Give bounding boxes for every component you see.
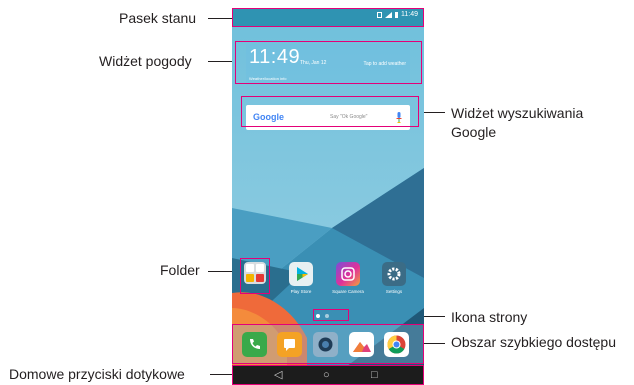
highlight-status-bar <box>232 8 424 27</box>
annotation-home-buttons: Domowe przyciski dotykowe <box>9 366 185 382</box>
play-store-icon[interactable] <box>289 262 313 286</box>
leader-line-status-bar <box>208 18 232 19</box>
highlight-quick-access <box>232 324 424 364</box>
play-triangle-icon <box>297 267 308 281</box>
annotation-folder: Folder <box>160 262 200 278</box>
square-camera-icon[interactable] <box>336 262 360 286</box>
gear-icon <box>387 267 401 281</box>
highlight-google-widget <box>241 96 419 127</box>
leader-line-google <box>423 112 445 113</box>
highlight-page-indicator <box>313 309 349 321</box>
settings-gear-icon[interactable] <box>382 262 406 286</box>
highlight-home-buttons <box>232 365 424 385</box>
annotation-weather-widget: Widżet pogody <box>99 53 192 69</box>
highlight-folder <box>240 258 270 294</box>
annotation-page-icon: Ikona strony <box>451 309 528 325</box>
square-camera-label: Square Camera <box>332 289 364 294</box>
annotation-status-bar: Pasek stanu <box>119 10 197 26</box>
leader-line-weather <box>208 61 232 62</box>
leader-line-home-buttons <box>210 374 232 375</box>
highlight-weather-widget <box>235 41 422 84</box>
settings-label: Settings <box>385 289 403 294</box>
annotation-google-widget-line1: Widżet wyszukiwania <box>451 105 584 121</box>
play-store-label: Play Store <box>290 289 312 294</box>
camera-lens-icon <box>341 267 355 281</box>
annotation-google-widget-line2: Google <box>451 124 497 140</box>
annotation-quick-access: Obszar szybkiego dostępu <box>451 334 616 350</box>
leader-line-quick-access <box>423 343 445 344</box>
